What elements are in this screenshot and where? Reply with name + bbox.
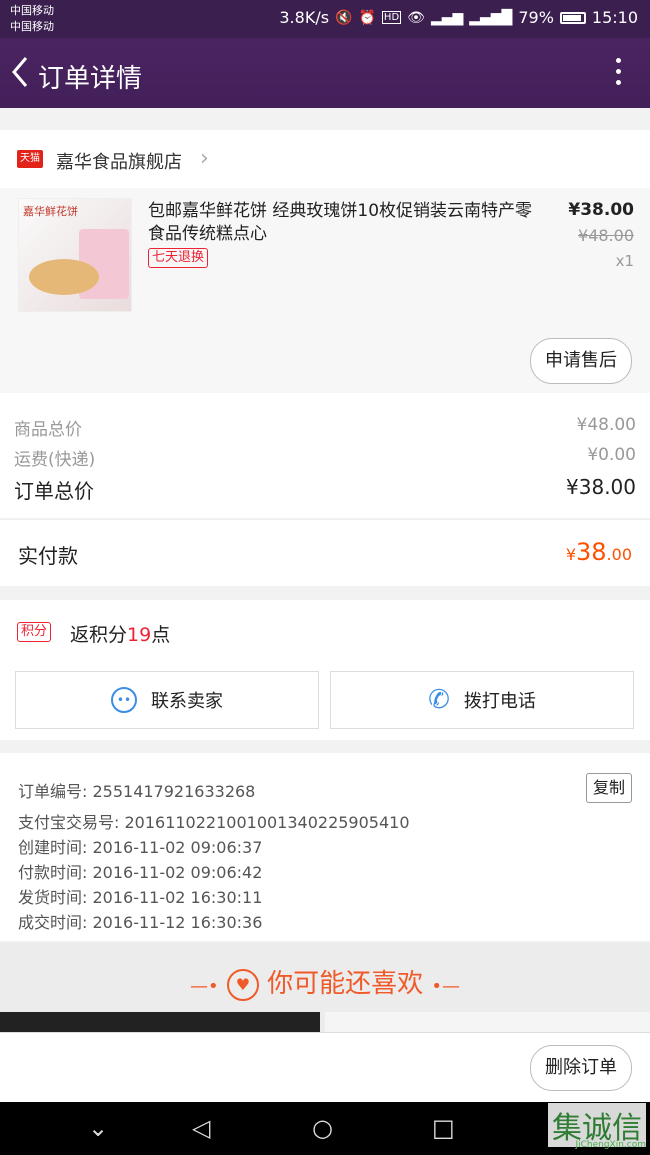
4g-signal-icon: ▂▄▆ [430,9,464,26]
order-number: 订单编号: 2551417921633268 [18,782,256,801]
more-vertical-icon[interactable] [616,58,622,91]
order-total-value: ¥38.00 [566,475,636,499]
carrier-label-1: 中国移动 [10,4,54,17]
price-summary: 商品总价 ¥48.00 运费(快递) ¥0.00 订单总价 ¥38.00 [0,393,650,518]
battery-percent: 79% [518,8,554,27]
chat-face-icon: •• [111,687,137,713]
paid-time: 付款时间: 2016-11-02 09:06:42 [18,863,263,882]
created-time: 创建时间: 2016-11-02 09:06:37 [18,838,263,857]
goods-total-label: 商品总价 [14,420,82,440]
contact-seller-button[interactable]: •• 联系卖家 [15,671,319,729]
dash-right-icon: •— [431,976,461,997]
product-price: ¥38.00 [568,200,634,220]
status-indicators: 3.8K/s 🔇 ⏰ HD 👁 ▂▄▆ ▂▄▆█ 79% 15:10 [279,8,638,27]
points-text: 返积分19点 [70,624,171,646]
cake-shape [29,259,99,295]
eye-icon: 👁 [407,9,425,26]
original-price: ¥48.00 [578,226,634,245]
delete-order-button[interactable]: 删除订单 [530,1045,632,1091]
paid-value: ¥38.00 [565,538,632,566]
alipay-trade-number: 支付宝交易号: 2016110221001001340225905410 [18,813,410,832]
goods-total-value: ¥48.00 [576,415,636,435]
back-arrow-icon[interactable] [10,56,30,94]
recommend-card-right[interactable] [325,1012,650,1034]
bottom-action-bar: 删除订单 [0,1032,650,1103]
product-title[interactable]: 包邮嘉华鲜花饼 经典玫瑰饼10枚促销装云南特产零食品传统糕点心 [148,200,548,246]
order-info: 订单编号: 2551417921633268 复制 支付宝交易号: 201611… [0,753,650,941]
order-item[interactable]: 嘉华鲜花饼 包邮嘉华鲜花饼 经典玫瑰饼10枚促销装云南特产零食品传统糕点心 七天… [0,188,650,393]
battery-icon [559,11,586,24]
contact-seller-label: 联系卖家 [151,691,223,712]
shipping-label: 运费(快递) [14,450,96,470]
dash-left-icon: —• [189,976,219,997]
back-triangle-icon[interactable]: ◁ [192,1114,210,1142]
home-circle-icon[interactable]: ○ [312,1114,333,1142]
tmall-badge: 天猫 [17,150,43,168]
2g-signal-icon: ▂▄▆█ [469,9,513,26]
carrier-label-2: 中国移动 [10,20,54,33]
copy-button[interactable]: 复制 [586,773,632,803]
heart-icon: ♥ [226,968,259,1001]
paid-label: 实付款 [18,544,78,568]
shipped-time: 发货时间: 2016-11-02 16:30:11 [18,888,263,907]
mute-icon: 🔇 [335,9,353,26]
page-title: 订单详情 [38,64,143,94]
shop-row[interactable]: 天猫 嘉华食品旗舰店 › [0,130,650,188]
phone-icon: ✆ [428,685,450,715]
chevron-down-icon[interactable]: ⌄ [88,1114,108,1142]
recents-square-icon[interactable]: □ [432,1114,455,1142]
order-total-label: 订单总价 [14,479,94,503]
points-badge: 积分 [17,622,52,642]
call-phone-button[interactable]: ✆ 拨打电话 [330,671,634,729]
apply-aftersale-button[interactable]: 申请售后 [530,338,632,384]
status-bar: 中国移动 中国移动 3.8K/s 🔇 ⏰ HD 👁 ▂▄▆ ▂▄▆█ 79% 1… [0,0,650,38]
completed-time: 成交时间: 2016-11-12 16:30:36 [18,913,263,932]
shop-name[interactable]: 嘉华食品旗舰店 [56,148,182,174]
nav-bar: 订单详情 [0,38,650,108]
hd-icon: HD [381,11,402,24]
clock: 15:10 [591,8,638,27]
recommend-title: —• ♥ 你可能还喜欢 •— [189,968,461,1001]
shipping-value: ¥0.00 [587,445,636,465]
product-quantity: x1 [615,252,634,270]
actual-payment: 实付款 ¥38.00 [0,519,650,586]
product-logo: 嘉华鲜花饼 [23,205,78,218]
recommend-card-left[interactable] [0,1012,320,1034]
call-phone-label: 拨打电话 [463,691,536,712]
network-speed: 3.8K/s [279,8,330,27]
return-policy-badge: 七天退换 [148,248,209,268]
watermark-url: JiChengXin.com [575,1140,646,1150]
product-thumbnail[interactable]: 嘉华鲜花饼 [18,198,132,312]
points-section: 积分 返积分19点 •• 联系卖家 ✆ 拨打电话 [0,600,650,740]
chevron-right-icon: › [200,146,209,171]
alarm-icon: ⏰ [358,9,376,26]
